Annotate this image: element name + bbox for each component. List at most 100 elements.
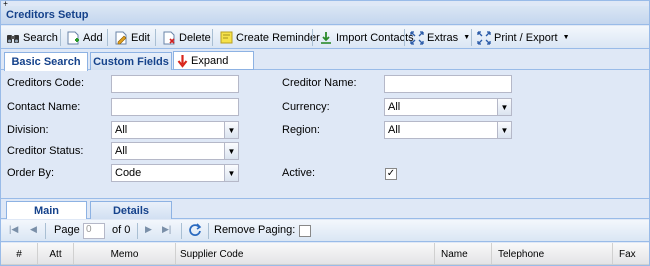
creditors-code-label: Creditors Code:: [7, 77, 85, 89]
import-contacts-button[interactable]: Import Contacts: [319, 29, 414, 46]
toolbar-separator: [312, 29, 313, 46]
chevron-down-icon[interactable]: ▼: [224, 122, 238, 138]
region-value: All: [388, 124, 401, 136]
search-button-label: Search: [23, 31, 58, 44]
chevron-down-icon[interactable]: ▼: [224, 165, 238, 181]
expand-arrows-icon: [410, 30, 424, 45]
next-page-icon[interactable]: ▶: [145, 224, 152, 235]
currency-value: All: [388, 101, 401, 113]
division-label: Division:: [7, 124, 49, 136]
toolbar-separator: [137, 223, 138, 239]
expand-arrows-icon: [477, 30, 491, 45]
column-header-fax[interactable]: Fax: [613, 243, 649, 265]
remove-paging-label: Remove Paging:: [214, 224, 296, 236]
create-reminder-button[interactable]: Create Reminder: [219, 29, 320, 46]
tab-custom-fields[interactable]: Custom Fields: [90, 52, 172, 70]
column-header-supplier-code[interactable]: Supplier Code: [176, 243, 435, 265]
add-button[interactable]: Add: [66, 29, 103, 46]
column-header-telephone[interactable]: Telephone: [492, 243, 613, 265]
tab-details[interactable]: Details: [90, 201, 172, 219]
toolbar-separator: [181, 223, 182, 239]
tab-custom-fields-label: Custom Fields: [93, 55, 169, 68]
delete-button-label: Delete: [179, 31, 211, 44]
creditor-status-select[interactable]: All ▼: [111, 142, 239, 160]
delete-document-icon: [162, 31, 176, 45]
active-label: Active:: [282, 167, 316, 179]
creditor-status-label: Creditor Status:: [7, 145, 84, 157]
chevron-down-icon[interactable]: ▼: [497, 122, 511, 138]
add-document-icon: [66, 31, 80, 45]
contact-name-label: Contact Name:: [7, 101, 81, 113]
edit-button[interactable]: Edit: [114, 29, 150, 46]
column-header-att[interactable]: Att: [38, 243, 74, 265]
tab-main-label: Main: [33, 204, 60, 217]
toolbar-separator: [471, 29, 472, 46]
region-label: Region:: [282, 124, 320, 136]
contact-name-input[interactable]: [111, 98, 239, 116]
add-button-label: Add: [83, 31, 103, 44]
edit-document-icon: [114, 31, 128, 45]
chevron-down-icon[interactable]: ▼: [224, 143, 238, 159]
print-export-menu-button[interactable]: Print / Export ▼: [477, 29, 570, 46]
arrow-down-icon: [177, 54, 188, 68]
detail-tab-strip: Main Details: [1, 198, 649, 219]
column-header-memo[interactable]: Memo: [74, 243, 176, 265]
binoculars-icon: [6, 31, 20, 45]
tab-basic-search-label: Basic Search: [11, 56, 81, 68]
tab-basic-search[interactable]: Basic Search: [4, 52, 88, 71]
toolbar-separator: [45, 223, 46, 239]
last-page-icon[interactable]: ▶|: [162, 224, 171, 235]
chevron-down-icon: ▼: [463, 34, 471, 41]
title-bar: Creditors Setup: [1, 6, 649, 25]
extras-menu-label: Extras: [427, 31, 459, 44]
paging-toolbar: |◀ ◀ Page 0 of 0 ▶ ▶| Remove Paging:: [1, 220, 649, 242]
extras-menu-button[interactable]: Extras ▼: [410, 29, 470, 46]
toolbar-separator: [155, 29, 156, 46]
toolbar-separator: [208, 223, 209, 239]
page-count-label: of 0: [112, 224, 131, 236]
creditor-name-input[interactable]: [384, 75, 512, 93]
column-header-name[interactable]: Name: [435, 243, 492, 265]
import-contacts-button-label: Import Contacts: [336, 31, 414, 44]
chevron-down-icon[interactable]: ▼: [497, 99, 511, 115]
search-button[interactable]: Search: [6, 29, 58, 46]
print-export-menu-label: Print / Export: [494, 31, 558, 44]
order-by-value: Code: [115, 167, 142, 179]
toolbar-separator: [60, 29, 61, 46]
search-tab-strip: Basic Search Custom Fields Expand: [1, 50, 649, 71]
toolbar-separator: [404, 29, 405, 46]
create-reminder-button-label: Create Reminder: [236, 31, 320, 44]
creditor-name-label: Creditor Name:: [282, 77, 357, 89]
expand-button-label: Expand: [191, 54, 229, 67]
order-by-select[interactable]: Code ▼: [111, 164, 239, 182]
creditor-status-value: All: [115, 145, 128, 157]
grid-header: # Att Memo Supplier Code Name Telephone …: [1, 243, 649, 265]
division-select[interactable]: All ▼: [111, 121, 239, 139]
basic-search-form: Creditors Code: Creditor Name: Contact N…: [1, 71, 649, 197]
remove-paging-checkbox[interactable]: [299, 225, 311, 237]
tab-main[interactable]: Main: [6, 201, 87, 219]
order-by-label: Order By:: [7, 167, 55, 179]
column-header-number[interactable]: #: [1, 243, 38, 265]
region-select[interactable]: All ▼: [384, 121, 512, 139]
active-checkbox[interactable]: ✓: [385, 168, 397, 180]
creditors-code-input[interactable]: [111, 75, 239, 93]
toolbar: Search Add Edit Delete Create Reminder I…: [1, 26, 649, 49]
page-title: Creditors Setup: [6, 9, 89, 21]
division-value: All: [115, 124, 128, 136]
previous-page-icon[interactable]: ◀: [30, 224, 37, 235]
edit-button-label: Edit: [131, 31, 150, 44]
currency-select[interactable]: All ▼: [384, 98, 512, 116]
tab-details-label: Details: [112, 204, 150, 217]
currency-label: Currency:: [282, 101, 330, 113]
refresh-icon[interactable]: [188, 223, 202, 237]
page-label: Page: [54, 224, 80, 236]
page-number-input[interactable]: 0: [83, 223, 105, 239]
chevron-down-icon: ▼: [562, 34, 570, 41]
first-page-icon[interactable]: |◀: [9, 224, 18, 235]
sticky-note-icon: [219, 31, 233, 45]
import-arrow-icon: [319, 31, 333, 45]
delete-button[interactable]: Delete: [162, 29, 211, 46]
creditors-setup-panel: ‡ Creditors Setup Search Add Edit Delete…: [0, 0, 650, 266]
expand-button[interactable]: Expand: [173, 51, 254, 70]
